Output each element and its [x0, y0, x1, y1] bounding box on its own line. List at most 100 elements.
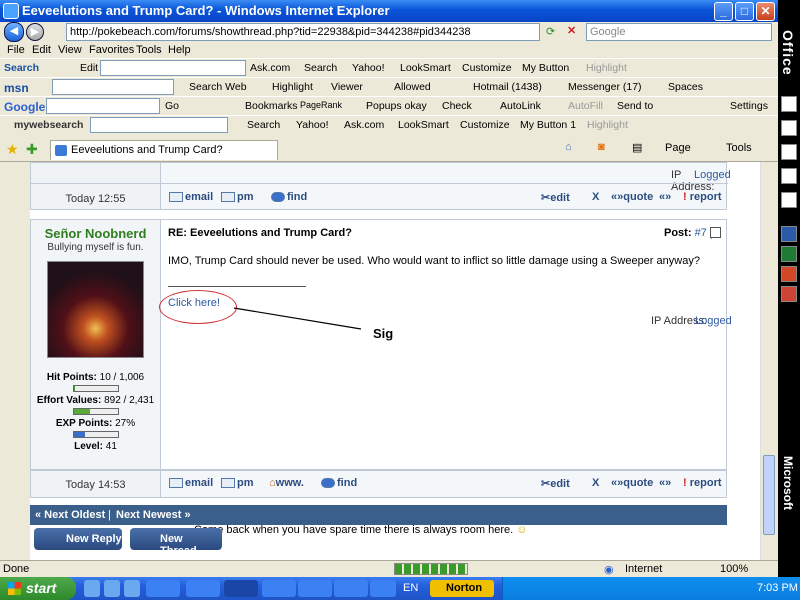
- taskbar-button[interactable]: [186, 580, 220, 597]
- email-button[interactable]: email: [169, 477, 213, 489]
- taskbar-button-active[interactable]: [224, 580, 258, 597]
- forward-button[interactable]: ▶: [26, 23, 44, 41]
- new-thread-button[interactable]: New Thread: [130, 528, 222, 557]
- post-number-link[interactable]: #7: [695, 227, 707, 239]
- norton-button[interactable]: Norton: [430, 580, 494, 597]
- quote-button[interactable]: «»quote: [611, 477, 653, 489]
- back-button[interactable]: ◀: [4, 22, 24, 42]
- delete-button[interactable]: X: [592, 477, 599, 489]
- scrollbar-thumb[interactable]: [763, 455, 775, 535]
- mywebsearch-input[interactable]: [90, 117, 228, 133]
- find-button[interactable]: find: [321, 477, 357, 489]
- report-button[interactable]: ! report: [683, 477, 722, 489]
- bookmarks-button[interactable]: Bookmarks: [245, 100, 298, 112]
- taskbar-button[interactable]: [370, 580, 396, 597]
- mws-customize-button[interactable]: Customize: [460, 119, 510, 131]
- mysearch-label[interactable]: Search: [4, 62, 39, 74]
- mws-yahoo-button[interactable]: Yahoo!: [296, 119, 329, 131]
- word-icon[interactable]: [781, 226, 797, 242]
- previous-pm-button[interactable]: pm: [221, 191, 254, 203]
- previous-report-button[interactable]: ! report: [683, 191, 722, 203]
- next-newest-link[interactable]: Next Newest »: [116, 509, 191, 521]
- autofill-button[interactable]: AutoFill: [568, 100, 603, 112]
- menu-view[interactable]: View: [58, 44, 82, 56]
- add-favorite-icon[interactable]: ✚: [26, 141, 38, 158]
- close-button[interactable]: ✕: [756, 2, 775, 21]
- stop-icon[interactable]: ✕: [567, 24, 576, 37]
- multiquote-checkbox[interactable]: [710, 227, 721, 238]
- author-name[interactable]: Señor Noobnerd: [31, 226, 160, 241]
- check-button[interactable]: Check: [442, 100, 472, 112]
- msn-input[interactable]: [52, 79, 174, 95]
- office-app-icon[interactable]: [781, 120, 797, 136]
- previous-find-button[interactable]: find: [271, 191, 307, 203]
- highlight-button[interactable]: Highlight: [586, 62, 627, 74]
- allowed-button[interactable]: Allowed: [394, 81, 431, 93]
- office-app-icon[interactable]: [781, 96, 797, 112]
- spaces-button[interactable]: Spaces: [668, 81, 703, 93]
- go-button[interactable]: Go: [165, 100, 179, 112]
- messenger-button[interactable]: Messenger (17): [568, 81, 642, 93]
- taskbar-button[interactable]: [334, 580, 368, 597]
- www-button[interactable]: ⌂www.: [269, 477, 304, 489]
- menu-edit[interactable]: Edit: [32, 44, 51, 56]
- menu-file[interactable]: File: [7, 44, 25, 56]
- mws-looksmart-button[interactable]: LookSmart: [398, 119, 449, 131]
- previous-ip-logged[interactable]: Logged: [694, 169, 731, 181]
- page-menu[interactable]: Page: [665, 142, 691, 154]
- search-button[interactable]: Search: [304, 62, 337, 74]
- mws-askcom-button[interactable]: Ask.com: [344, 119, 384, 131]
- previous-quote-button[interactable]: «»quote: [611, 191, 653, 203]
- previous-delete-button[interactable]: X: [592, 191, 599, 203]
- url-field[interactable]: http://pokebeach.com/forums/showthread.p…: [66, 23, 540, 41]
- feeds-icon[interactable]: ◙: [598, 141, 605, 153]
- taskbar-button[interactable]: [146, 580, 180, 597]
- sendto-button[interactable]: Send to: [617, 100, 653, 112]
- excel-icon[interactable]: [781, 246, 797, 262]
- mybutton-button[interactable]: My Button: [522, 62, 569, 74]
- previous-email-button[interactable]: email: [169, 191, 213, 203]
- askcom-button[interactable]: Ask.com: [250, 62, 290, 74]
- yahoo-button[interactable]: Yahoo!: [352, 62, 385, 74]
- language-indicator[interactable]: EN: [403, 582, 418, 594]
- quicklaunch-icon[interactable]: [84, 580, 100, 597]
- previous-multiquote-button[interactable]: «»: [659, 191, 671, 203]
- mysearch-input[interactable]: [100, 60, 246, 76]
- autolink-button[interactable]: AutoLink: [500, 100, 541, 112]
- popups-button[interactable]: Popups okay: [366, 100, 427, 112]
- hotmail-button[interactable]: Hotmail (1438): [473, 81, 542, 93]
- menu-help[interactable]: Help: [168, 44, 191, 56]
- search-web-button[interactable]: Search Web: [189, 81, 247, 93]
- tab-current[interactable]: Eeveelutions and Trump Card?: [50, 140, 278, 160]
- viewer-button[interactable]: Viewer: [331, 81, 363, 93]
- next-oldest-link[interactable]: « Next Oldest: [35, 509, 105, 521]
- office-app-icon[interactable]: [781, 168, 797, 184]
- ip-logged[interactable]: Logged: [695, 315, 732, 327]
- customize-button[interactable]: Customize: [462, 62, 512, 74]
- home-icon[interactable]: ⌂: [565, 141, 572, 153]
- looksmart-button[interactable]: LookSmart: [400, 62, 451, 74]
- mws-highlight-button[interactable]: Highlight: [587, 119, 628, 131]
- msn-highlight-button[interactable]: Highlight: [272, 81, 313, 93]
- print-icon[interactable]: ▤: [632, 141, 642, 154]
- zoom-level[interactable]: 100%: [720, 563, 748, 575]
- previous-edit-button[interactable]: ✂edit: [541, 191, 570, 204]
- edit-button[interactable]: ✂edit: [541, 477, 570, 490]
- office-app-icon[interactable]: [781, 192, 797, 208]
- refresh-icon[interactable]: ⟳: [546, 25, 555, 38]
- taskbar-button[interactable]: [262, 580, 296, 597]
- menu-tools[interactable]: Tools: [136, 44, 162, 56]
- minimize-button[interactable]: _: [714, 2, 733, 21]
- powerpoint-icon[interactable]: [781, 266, 797, 282]
- mws-search-button[interactable]: Search: [247, 119, 280, 131]
- taskbar-button[interactable]: [298, 580, 332, 597]
- google-input[interactable]: [46, 98, 160, 114]
- mws-mybutton-button[interactable]: My Button 1: [520, 119, 576, 131]
- search-input[interactable]: Google: [586, 23, 772, 41]
- access-icon[interactable]: [781, 286, 797, 302]
- quicklaunch-icon[interactable]: [124, 580, 140, 597]
- quicklaunch-icon[interactable]: [104, 580, 120, 597]
- edit-button[interactable]: Edit: [80, 62, 98, 74]
- new-reply-button[interactable]: New Reply: [34, 528, 122, 550]
- menu-favorites[interactable]: Favorites: [89, 44, 134, 56]
